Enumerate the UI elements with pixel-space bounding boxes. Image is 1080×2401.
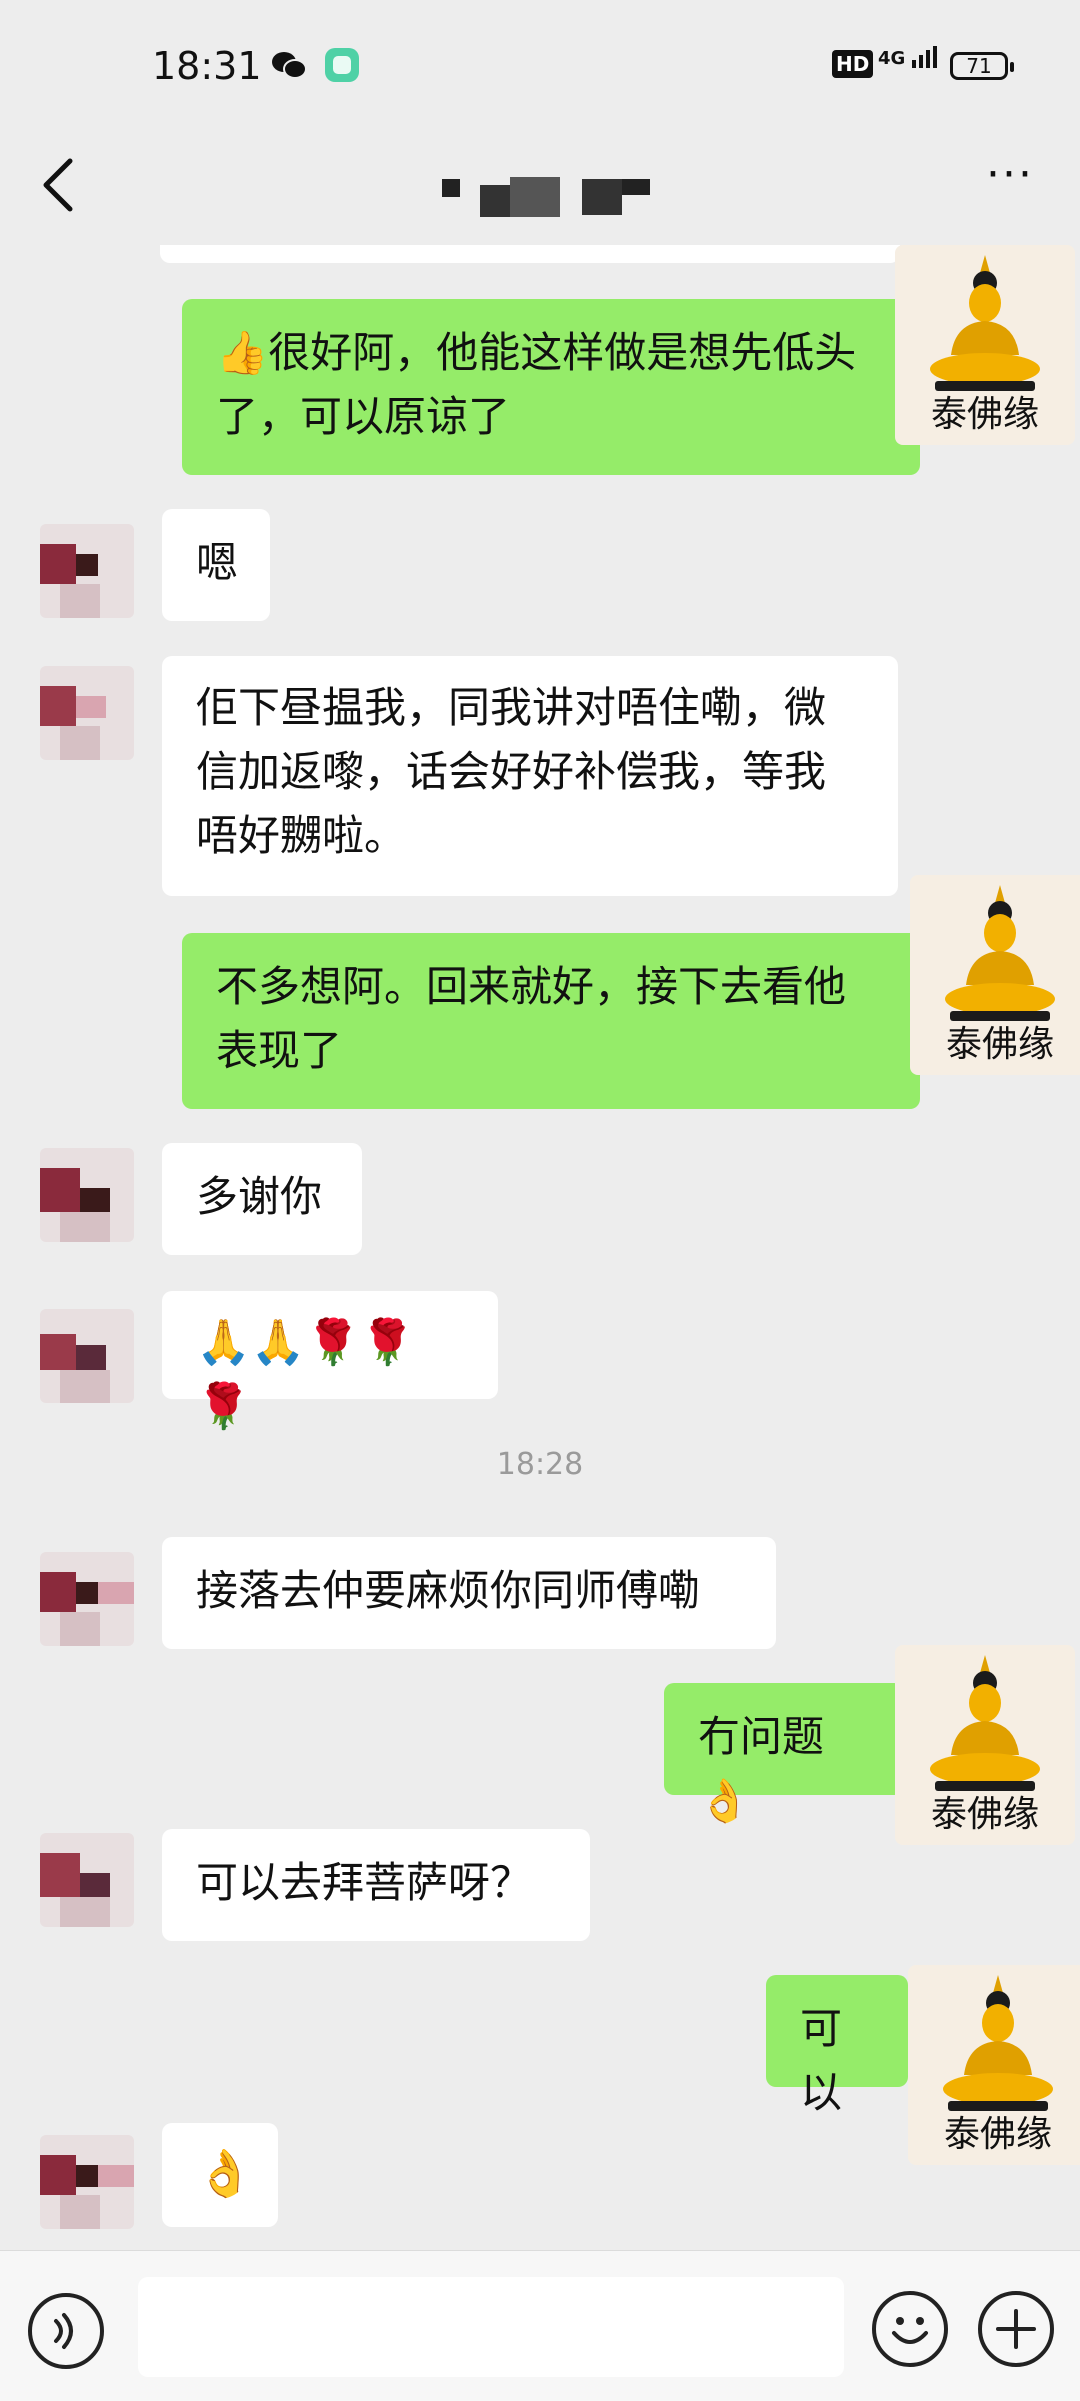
message-text: 嗯: [196, 538, 239, 587]
chat-header: ···: [0, 135, 1080, 245]
signal-icon: 4G: [878, 46, 938, 69]
message-text: 🙏🙏🌹🌹🌹: [196, 1317, 416, 1432]
message-bubble-incoming[interactable]: 嗯: [162, 509, 270, 621]
wechat-icon: [272, 52, 307, 79]
message-text: 可以: [800, 2004, 843, 2117]
message-bubble-incoming[interactable]: 接落去仲要麻烦你同师傅嘞: [162, 1537, 776, 1649]
message-bubble-incoming[interactable]: 🙏🙏🌹🌹🌹: [162, 1291, 498, 1432]
buddha-icon: [943, 1975, 1053, 2111]
message-list[interactable]: 👍很好阿，他能这样做是想先低头了，可以原谅了 泰佛缘 嗯 佢下昼揾我，同我讲对唔…: [0, 245, 1080, 2250]
message-bubble-outgoing[interactable]: 可以: [766, 1975, 908, 2117]
contact-avatar[interactable]: [40, 2135, 134, 2229]
more-icon[interactable]: ···: [970, 153, 1050, 215]
status-bar: 18:31 HD 4G 71: [0, 0, 1080, 135]
message-text: 佢下昼揾我，同我讲对唔住嘞，微信加返嚟，话会好好补偿我，等我唔好嬲啦。: [196, 683, 827, 860]
buddha-icon: [930, 1655, 1040, 1791]
network-label: 4G: [878, 48, 906, 69]
message-text: 👌: [196, 2146, 254, 2200]
smile-icon[interactable]: [872, 2291, 948, 2367]
avatar-caption: 泰佛缘: [930, 394, 1039, 435]
contact-avatar[interactable]: [40, 1148, 134, 1242]
message-bubble-incoming[interactable]: 👌: [162, 2123, 278, 2227]
message-bubble-incoming[interactable]: 多谢你: [162, 1143, 362, 1255]
message-bubble-incoming[interactable]: 可以去拜菩萨呀？: [162, 1829, 590, 1941]
my-avatar[interactable]: 泰佛缘: [895, 1645, 1075, 1845]
contact-avatar[interactable]: [40, 1552, 134, 1646]
message-text: 接落去仲要麻烦你同师傅嘞: [196, 1566, 701, 1615]
message-text: 可以去拜菩萨呀？: [196, 1858, 533, 1907]
app-icon: [325, 48, 359, 82]
avatar-caption: 泰佛缘: [930, 1794, 1039, 1835]
previous-message-edge: [160, 245, 900, 263]
message-bubble-outgoing[interactable]: 冇问题👌: [664, 1683, 904, 1825]
chevron-left-icon[interactable]: [30, 149, 90, 219]
hd-icon: HD: [832, 50, 874, 78]
contact-avatar[interactable]: [40, 524, 134, 618]
message-timestamp: 18:28: [496, 1447, 584, 1482]
status-time: 18:31: [152, 44, 262, 88]
message-text: 不多想阿。回来就好，接下去看他表现了: [216, 962, 847, 1075]
my-avatar[interactable]: 泰佛缘: [895, 245, 1075, 445]
battery-icon: 71: [950, 52, 1014, 80]
voice-icon[interactable]: [28, 2293, 104, 2369]
buddha-icon: [930, 255, 1040, 391]
contact-avatar[interactable]: [40, 1309, 134, 1403]
chat-title-pixelated: [442, 177, 650, 217]
buddha-icon: [945, 885, 1055, 1021]
my-avatar[interactable]: 泰佛缘: [910, 875, 1080, 1075]
message-bubble-incoming[interactable]: 佢下昼揾我，同我讲对唔住嘞，微信加返嚟，话会好好补偿我，等我唔好嬲啦。: [162, 656, 898, 896]
input-bar: [0, 2250, 1080, 2401]
message-text: 👍很好阿，他能这样做是想先低头了，可以原谅了: [216, 328, 857, 441]
message-text: 冇问题👌: [698, 1712, 825, 1825]
avatar-caption: 泰佛缘: [943, 2114, 1052, 2155]
message-bubble-outgoing[interactable]: 👍很好阿，他能这样做是想先低头了，可以原谅了: [182, 299, 920, 475]
message-bubble-outgoing[interactable]: 不多想阿。回来就好，接下去看他表现了: [182, 933, 920, 1109]
contact-avatar[interactable]: [40, 666, 134, 760]
contact-avatar[interactable]: [40, 1833, 134, 1927]
plus-icon[interactable]: [978, 2291, 1054, 2367]
my-avatar[interactable]: 泰佛缘: [908, 1965, 1080, 2165]
avatar-caption: 泰佛缘: [945, 1024, 1054, 1065]
message-text: 多谢你: [196, 1172, 323, 1221]
message-input[interactable]: [138, 2277, 844, 2377]
